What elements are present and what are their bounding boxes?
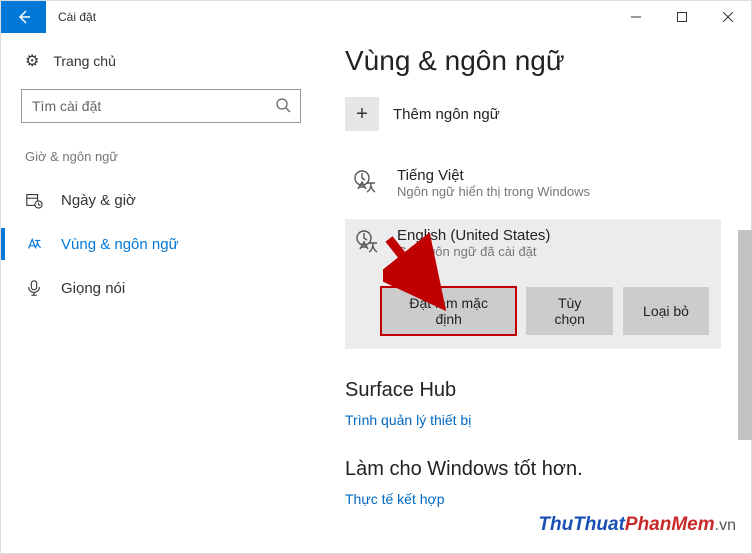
sidebar-item-label: Giọng nói (61, 280, 125, 297)
language-item-english-selected[interactable]: English (United States) Gói ngôn ngữ đã … (345, 219, 721, 349)
minimize-button[interactable] (613, 1, 659, 33)
page-title: Vùng & ngôn ngữ (345, 45, 721, 77)
mixed-reality-link[interactable]: Thực tế kết hợp (345, 491, 721, 507)
language-text: English (United States) Gói ngôn ngữ đã … (397, 227, 550, 261)
scrollbar-thumb[interactable] (738, 230, 752, 440)
language-glyph-icon (351, 227, 385, 261)
settings-window: Cài đặt ⚙ Trang chủ (0, 0, 752, 554)
maximize-button[interactable] (659, 1, 705, 33)
close-button[interactable] (705, 1, 751, 33)
remove-button[interactable]: Loại bỏ (623, 287, 709, 335)
search-input[interactable] (21, 89, 301, 123)
content-area: ⚙ Trang chủ Giờ & ngôn ngữ (1, 33, 751, 553)
plus-icon: + (345, 97, 379, 131)
language-desc: Ngôn ngữ hiển thị trong Windows (397, 184, 590, 199)
language-a-icon (25, 235, 43, 253)
language-action-buttons: Đặt làm mặc định Tùy chọn Loại bỏ (381, 287, 709, 335)
window-controls (613, 1, 751, 33)
set-default-button[interactable]: Đặt làm mặc định (381, 287, 516, 335)
calendar-clock-icon (25, 191, 43, 209)
add-language-label: Thêm ngôn ngữ (393, 106, 500, 123)
microphone-icon (25, 279, 43, 297)
language-text: Tiếng Việt Ngôn ngữ hiển thị trong Windo… (397, 167, 590, 201)
titlebar: Cài đặt (1, 1, 751, 33)
sidebar-item-label: Vùng & ngôn ngữ (61, 236, 179, 253)
sidebar-item-region-language[interactable]: Vùng & ngôn ngữ (21, 222, 301, 266)
language-name: English (United States) (397, 227, 550, 244)
language-glyph-icon (349, 167, 383, 201)
language-desc: Gói ngôn ngữ đã cài đặt (397, 244, 550, 259)
add-language-button[interactable]: + Thêm ngôn ngữ (345, 97, 721, 131)
home-button[interactable]: ⚙ Trang chủ (21, 51, 301, 71)
surface-hub-heading: Surface Hub (345, 379, 721, 402)
sidebar-item-date-time[interactable]: Ngày & giờ (21, 178, 301, 222)
sidebar-item-label: Ngày & giờ (61, 192, 136, 209)
gear-icon: ⚙ (25, 51, 39, 71)
sidebar: ⚙ Trang chủ Giờ & ngôn ngữ (1, 33, 321, 553)
search-icon (275, 97, 291, 118)
main-panel: Vùng & ngôn ngữ + Thêm ngôn ngữ Tiếng Vi… (321, 33, 751, 553)
section-label: Giờ & ngôn ngữ (21, 149, 301, 164)
device-manager-link[interactable]: Trình quản lý thiết bị (345, 412, 721, 428)
language-name: Tiếng Việt (397, 167, 590, 184)
window-title: Cài đặt (46, 1, 613, 33)
improve-windows-heading: Làm cho Windows tốt hơn. (345, 458, 721, 481)
home-label: Trang chủ (53, 53, 116, 69)
search-wrap (21, 89, 301, 123)
options-button[interactable]: Tùy chọn (526, 287, 613, 335)
sidebar-item-speech[interactable]: Giọng nói (21, 266, 301, 310)
back-button[interactable] (1, 1, 46, 33)
language-item-vietnamese[interactable]: Tiếng Việt Ngôn ngữ hiển thị trong Windo… (345, 159, 721, 209)
